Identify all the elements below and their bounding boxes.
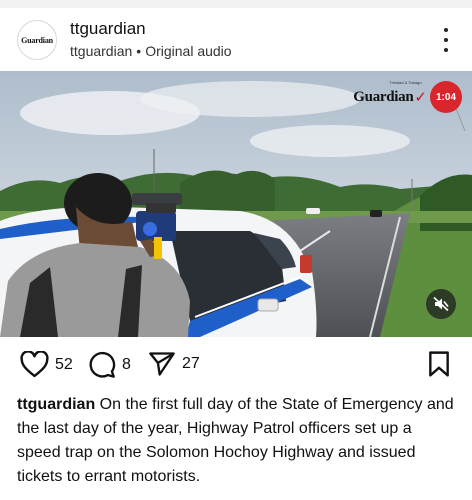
guardian-watermark: Trinidad & Tobago Guardian ✓ 1:04 [353, 80, 462, 113]
post-video[interactable]: Trinidad & Tobago Guardian ✓ 1:04 [0, 71, 472, 337]
avatar[interactable]: Guardian [17, 20, 57, 60]
avatar-logo-text: Guardian [21, 35, 53, 45]
like-count: 52 [55, 355, 73, 373]
speaker-muted-icon [433, 296, 449, 312]
like-button[interactable]: 52 [20, 351, 73, 378]
watermark-check-icon: ✓ [414, 89, 427, 106]
comment-bubble-icon [89, 351, 116, 378]
more-options-button[interactable] [440, 28, 452, 52]
status-strip [0, 0, 472, 8]
share-button[interactable]: 27 [148, 351, 200, 377]
watermark-badge: 1:04 [430, 81, 462, 113]
post-caption: ttguardian On the first full day of the … [17, 393, 457, 489]
comment-count: 8 [122, 356, 131, 373]
caption-username[interactable]: ttguardian [17, 396, 95, 413]
comment-button[interactable]: 8 [88, 351, 131, 379]
heart-icon [20, 351, 49, 378]
audio-link[interactable]: Original audio [145, 43, 231, 59]
subtitle-username[interactable]: ttguardian [70, 43, 132, 59]
post-subtitle: ttguardian • Original audio [70, 43, 232, 59]
post-username[interactable]: ttguardian [70, 19, 146, 39]
watermark-text: Guardian [353, 88, 414, 105]
watermark-small-text: Trinidad & Tobago [389, 80, 422, 85]
mute-toggle-button[interactable] [426, 289, 456, 319]
subtitle-separator: • [136, 43, 142, 59]
send-icon [149, 352, 175, 376]
more-vertical-icon [444, 28, 448, 32]
share-count: 27 [182, 355, 200, 372]
bookmark-icon [429, 351, 449, 377]
action-bar: 52 8 27 [0, 346, 472, 386]
save-button[interactable] [428, 351, 450, 382]
post-header: Guardian ttguardian ttguardian • Original … [0, 8, 472, 71]
